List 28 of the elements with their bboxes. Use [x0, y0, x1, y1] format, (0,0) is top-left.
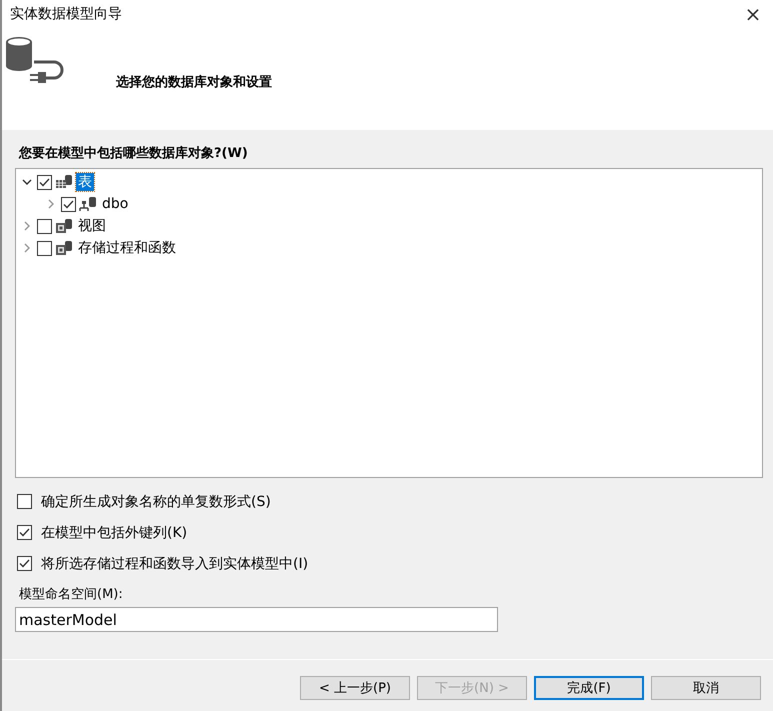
table-icon: [55, 174, 73, 190]
checkbox[interactable]: [37, 218, 52, 234]
option-label[interactable]: 在模型中包括外键列(K): [41, 524, 188, 542]
tree-label: 您要在模型中包括哪些数据库对象?(W): [19, 144, 249, 162]
namespace-label: 模型命名空间(M):: [19, 586, 124, 603]
tree-item[interactable]: 视图: [76, 217, 108, 235]
schema-icon: [79, 196, 97, 212]
object-tree[interactable]: 表 dbo 视图 存储过程和函数: [15, 168, 763, 478]
view-icon: [55, 218, 73, 234]
page-subtitle: 选择您的数据库对象和设置: [116, 74, 272, 91]
checkbox[interactable]: [17, 556, 32, 571]
option-label[interactable]: 确定所生成对象名称的单复数形式(S): [41, 492, 271, 510]
checkbox[interactable]: [17, 494, 32, 509]
wizard-button[interactable]: < 上一步(P): [300, 676, 410, 700]
wizard-button[interactable]: 完成(F): [534, 676, 644, 700]
tree-item[interactable]: dbo: [100, 196, 130, 212]
wizard-button[interactable]: 取消: [651, 676, 761, 700]
procedure-icon: [55, 240, 73, 256]
close-button[interactable]: ×: [733, 0, 773, 28]
checkbox[interactable]: [17, 525, 32, 540]
option-label[interactable]: 将所选存储过程和函数导入到实体模型中(I): [41, 554, 308, 572]
checkbox[interactable]: [37, 174, 52, 190]
window-title: 实体数据模型向导: [10, 5, 122, 23]
checkbox[interactable]: [37, 240, 52, 256]
tree-item[interactable]: 表: [76, 173, 94, 191]
tree-item[interactable]: 存储过程和函数: [76, 239, 178, 257]
namespace-field[interactable]: masterModel: [15, 607, 498, 632]
checkbox[interactable]: [61, 196, 76, 212]
